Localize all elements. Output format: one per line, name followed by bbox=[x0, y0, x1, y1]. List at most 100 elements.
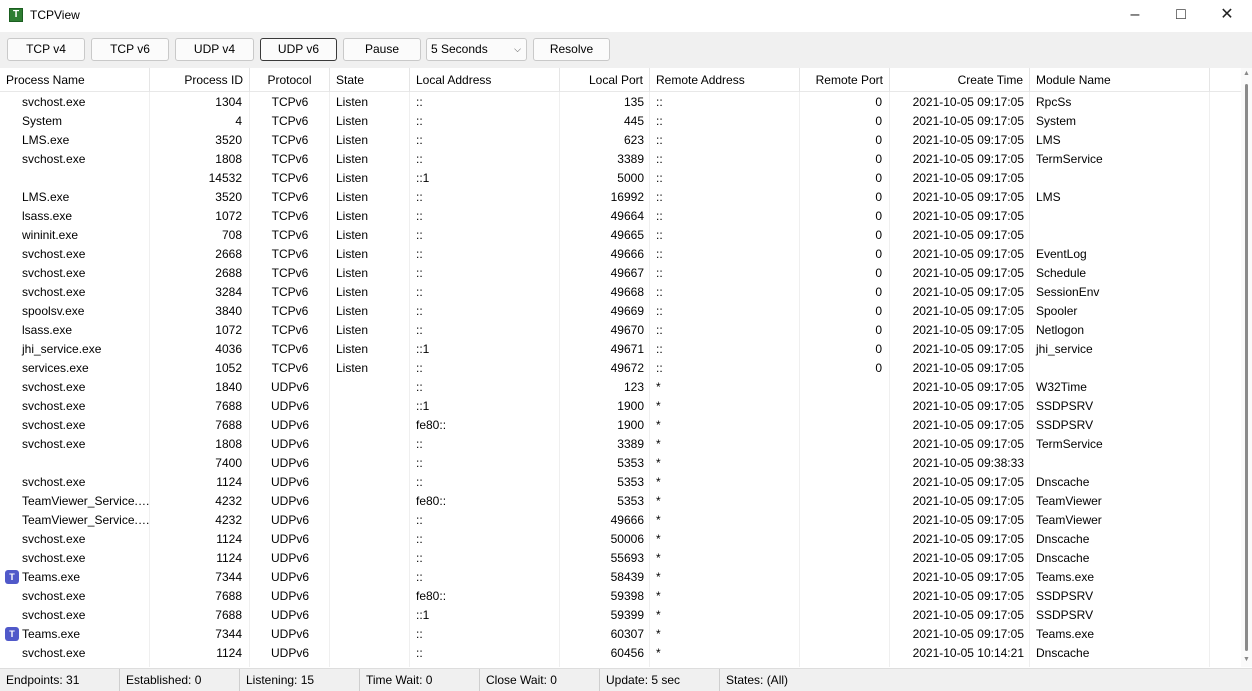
table-row[interactable]: svchost.exe 1124 UDPv6:: 5353 * 2021-10-05 09… bbox=[0, 473, 1241, 492]
cell-process-name: spoolsv.exe bbox=[22, 304, 85, 318]
resolve-button[interactable]: Resolve bbox=[533, 38, 610, 61]
table-row[interactable]: lsass.exe 1072 TCPv6 Listen:: 49670:: 0 2021-1… bbox=[0, 321, 1241, 340]
cell-local-address: :: bbox=[416, 532, 423, 546]
column-header-local-address[interactable]: Local Address bbox=[410, 68, 560, 92]
column-header-protocol[interactable]: Protocol bbox=[250, 68, 330, 92]
cell-process-id: 1124 bbox=[216, 646, 242, 660]
cell-process-id: 14532 bbox=[208, 171, 242, 185]
cell-state: Listen bbox=[336, 285, 369, 299]
cell-process-name: LMS.exe bbox=[22, 133, 70, 147]
cell-remote-address: * bbox=[656, 570, 661, 584]
cell-remote-port bbox=[800, 454, 890, 473]
tcp-v4-button[interactable]: TCP v4 bbox=[7, 38, 85, 61]
table-row[interactable]: svchost.exe 2688 TCPv6 Listen:: 49667:: 0 2021… bbox=[0, 264, 1241, 283]
cell-protocol: UDPv6 bbox=[270, 418, 309, 432]
close-icon[interactable]: ✕ bbox=[1204, 0, 1250, 32]
table-row[interactable]: jhi_service.exe 4036 TCPv6 Listen::1 49671::… bbox=[0, 340, 1241, 359]
scrollbar-thumb[interactable] bbox=[1245, 84, 1248, 651]
table-row[interactable]: svchost.exe 7688 UDPv6 fe80:: 59398 * 2021-10-… bbox=[0, 587, 1241, 606]
cell-module-name: Dnscache bbox=[1036, 551, 1090, 565]
cell-remote-port: 0 bbox=[875, 323, 882, 337]
cell-local-port: 49666 bbox=[610, 513, 644, 527]
cell-create-time: 2021-10-05 09:17:05 bbox=[912, 114, 1024, 128]
cell-process-id: 2668 bbox=[215, 247, 242, 261]
cell-module-name: SSDPSRV bbox=[1036, 589, 1094, 603]
cell-process-name: System bbox=[22, 114, 63, 128]
column-header-state[interactable]: State bbox=[330, 68, 410, 92]
table-row[interactable]: TeamViewer_Service.e... 4232 UDPv6:: 49666 *… bbox=[0, 511, 1241, 530]
cell-remote-address: * bbox=[656, 589, 661, 603]
cell-remote-address: :: bbox=[656, 285, 663, 299]
table-row[interactable]: svchost.exe 7688 UDPv6 fe80:: 1900 * 2021-10-0… bbox=[0, 416, 1241, 435]
column-header-create-time[interactable]: Create Time bbox=[890, 68, 1030, 92]
table-row[interactable]: T Teams.exe 7344 UDPv6:: 60307 * 2021-10-05 09… bbox=[0, 625, 1241, 644]
table-row[interactable]: LMS.exe 3520 TCPv6 Listen:: 16992:: 0 2021-10-… bbox=[0, 188, 1241, 207]
table-row[interactable]: svchost.exe 1840 UDPv6:: 123 * 2021-10-05 09:… bbox=[0, 378, 1241, 397]
cell-module-name: Teams.exe bbox=[1036, 570, 1095, 584]
cell-process-name: svchost.exe bbox=[22, 285, 86, 299]
table-row[interactable]: svchost.exe 7688 UDPv6::1 1900 * 2021-10-05 0… bbox=[0, 397, 1241, 416]
table-row[interactable]: wininit.exe 708 TCPv6 Listen:: 49665:: 0 2021-… bbox=[0, 226, 1241, 245]
vertical-scrollbar[interactable]: ▲ ▼ bbox=[1241, 68, 1252, 667]
cell-remote-address: :: bbox=[656, 152, 663, 166]
table-row[interactable]: svchost.exe 1124 UDPv6:: 55693 * 2021-10-05 0… bbox=[0, 549, 1241, 568]
table-row[interactable]: TeamViewer_Service.e... 4232 UDPv6 fe80:: 53… bbox=[0, 492, 1241, 511]
table-row[interactable]: svchost.exe 3284 TCPv6 Listen:: 49668:: 0 2021… bbox=[0, 283, 1241, 302]
cell-process-name: services.exe bbox=[22, 361, 89, 375]
table-row[interactable]: LMS.exe 3520 TCPv6 Listen:: 623:: 0 2021-10-05… bbox=[0, 131, 1241, 150]
table-row[interactable]: svchost.exe 1808 TCPv6 Listen:: 3389:: 0 2021-… bbox=[0, 150, 1241, 169]
scroll-up-icon[interactable]: ▲ bbox=[1243, 70, 1250, 77]
cell-module-name bbox=[1030, 207, 1210, 226]
update-interval-value: 5 Seconds bbox=[431, 42, 488, 56]
cell-local-address: :: bbox=[416, 513, 423, 527]
cell-remote-address: :: bbox=[656, 228, 663, 242]
table-row[interactable]: services.exe 1052 TCPv6 Listen:: 49672:: 0 202… bbox=[0, 359, 1241, 378]
scroll-down-icon[interactable]: ▼ bbox=[1243, 656, 1250, 663]
cell-create-time: 2021-10-05 09:17:05 bbox=[912, 190, 1024, 204]
column-header-local-port[interactable]: Local Port bbox=[560, 68, 650, 92]
cell-local-address: :: bbox=[416, 551, 423, 565]
cell-protocol: TCPv6 bbox=[271, 247, 309, 261]
cell-process-id: 1072 bbox=[215, 209, 242, 223]
status-listening: Listening: 15 bbox=[240, 669, 360, 691]
minimize-icon[interactable]: – bbox=[1112, 0, 1158, 32]
table-row[interactable]: svchost.exe 1304 TCPv6 Listen:: 135:: 0 2021-1… bbox=[0, 93, 1241, 112]
table-row[interactable]: 7400 UDPv6:: 5353 * 2021-10-05 09:38:33 bbox=[0, 454, 1241, 473]
table-row[interactable]: T Teams.exe 7344 UDPv6:: 58439 * 2021-10-05 09… bbox=[0, 568, 1241, 587]
column-header-module-name[interactable]: Module Name bbox=[1030, 68, 1210, 92]
cell-process-id: 7688 bbox=[215, 418, 242, 432]
cell-local-port: 49665 bbox=[610, 228, 644, 242]
table-row[interactable]: svchost.exe 1124 UDPv6:: 50006 * 2021-10-05 0… bbox=[0, 530, 1241, 549]
cell-remote-port bbox=[800, 530, 890, 549]
cell-process-id: 1124 bbox=[216, 551, 242, 565]
tcp-v6-button[interactable]: TCP v6 bbox=[91, 38, 169, 61]
table-row[interactable]: lsass.exe 1072 TCPv6 Listen:: 49664:: 0 2021-1… bbox=[0, 207, 1241, 226]
cell-remote-port: 0 bbox=[875, 247, 882, 261]
column-header-remote-address[interactable]: Remote Address bbox=[650, 68, 800, 92]
cell-protocol: TCPv6 bbox=[271, 304, 309, 318]
table-row[interactable]: svchost.exe 1124 UDPv6:: 60456 * 2021-10-05 1… bbox=[0, 644, 1241, 663]
column-header-process-id[interactable]: Process ID bbox=[150, 68, 250, 92]
table-row[interactable]: svchost.exe 2668 TCPv6 Listen:: 49666:: 0 2021… bbox=[0, 245, 1241, 264]
cell-local-address: :: bbox=[416, 570, 423, 584]
table-row[interactable]: 14532 TCPv6 Listen::1 5000:: 0 2021-10-05 09:… bbox=[0, 169, 1241, 188]
udp-v6-button[interactable]: UDP v6 bbox=[260, 38, 337, 61]
cell-local-port: 49671 bbox=[610, 342, 644, 356]
cell-remote-address: * bbox=[656, 646, 661, 660]
column-header-remote-port[interactable]: Remote Port bbox=[800, 68, 890, 92]
table-row[interactable]: spoolsv.exe 3840 TCPv6 Listen:: 49669:: 0 2021… bbox=[0, 302, 1241, 321]
column-header-process-name[interactable]: Process Name bbox=[0, 68, 150, 92]
table-row[interactable]: svchost.exe 1808 UDPv6:: 3389 * 2021-10-05 09… bbox=[0, 435, 1241, 454]
title-bar: T TCPView – □ ✕ bbox=[0, 0, 1252, 32]
maximize-icon[interactable]: □ bbox=[1158, 0, 1204, 32]
cell-process-name: svchost.exe bbox=[22, 266, 86, 280]
pause-button[interactable]: Pause bbox=[343, 38, 421, 61]
cell-create-time: 2021-10-05 09:17:05 bbox=[912, 323, 1024, 337]
udp-v4-button[interactable]: UDP v4 bbox=[175, 38, 254, 61]
table-row[interactable]: svchost.exe 7688 UDPv6::1 59399 * 2021-10-05 … bbox=[0, 606, 1241, 625]
cell-local-port: 49672 bbox=[610, 361, 644, 375]
table-row[interactable]: System 4 TCPv6 Listen:: 445:: 0 2021-10-05 09:… bbox=[0, 112, 1241, 131]
update-interval-select[interactable]: 5 Seconds ⌵ bbox=[426, 38, 527, 61]
cell-local-port: 16992 bbox=[610, 190, 644, 204]
cell-remote-port: 0 bbox=[875, 152, 882, 166]
